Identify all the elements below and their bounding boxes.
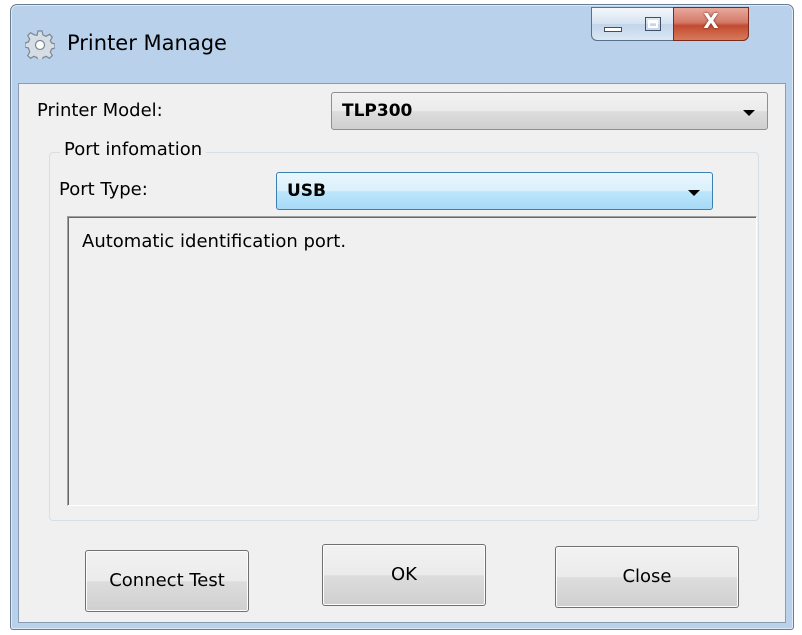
port-information-group: Port infomation Port Type: USB Automatic… [49, 139, 759, 521]
minimize-button[interactable] [591, 7, 633, 41]
dialog-client-area: Printer Model: TLP300 Port infomation Po… [18, 83, 786, 623]
chevron-down-icon [743, 110, 755, 116]
window-title: Printer Manage [67, 31, 227, 55]
close-button[interactable]: Close [555, 546, 739, 608]
printer-manage-window: Printer Manage X Printer Model: TLP300 P… [10, 4, 794, 630]
printer-model-value: TLP300 [342, 101, 413, 121]
port-info-panel: Automatic identification port. [67, 216, 757, 506]
maximize-button[interactable] [632, 7, 674, 41]
ok-button[interactable]: OK [322, 544, 486, 606]
printer-model-select[interactable]: TLP300 [331, 92, 768, 130]
maximize-icon [645, 17, 661, 31]
title-bar[interactable]: Printer Manage X [11, 5, 793, 83]
port-type-label: Port Type: [59, 179, 148, 200]
close-icon: X [703, 9, 719, 33]
port-type-value: USB [287, 181, 327, 201]
port-info-text: Automatic identification port. [82, 231, 347, 252]
port-group-title: Port infomation [60, 139, 207, 160]
chevron-down-icon [688, 190, 700, 196]
printer-model-label: Printer Model: [37, 100, 163, 121]
gear-icon [24, 29, 56, 62]
port-type-select[interactable]: USB [276, 172, 713, 210]
connect-test-button[interactable]: Connect Test [85, 550, 249, 612]
close-window-button[interactable]: X [673, 7, 749, 41]
minimize-icon [604, 27, 622, 32]
